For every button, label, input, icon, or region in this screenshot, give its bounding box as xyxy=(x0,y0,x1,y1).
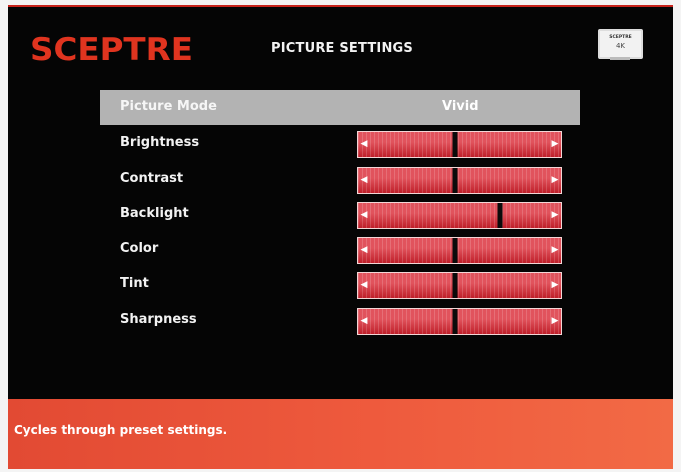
setting-label: Backlight xyxy=(120,206,189,221)
slider-thumb[interactable] xyxy=(497,203,503,228)
page-title: PICTURE SETTINGS xyxy=(271,41,413,56)
picture-mode-row[interactable]: Picture Mode Vivid xyxy=(100,90,580,125)
sceptre-logo: SCEPTRE xyxy=(30,32,193,68)
chevron-right-icon[interactable]: ▶ xyxy=(550,132,560,157)
chevron-left-icon[interactable]: ◀ xyxy=(359,168,369,193)
slider-thumb[interactable] xyxy=(452,132,458,157)
chevron-left-icon[interactable]: ◀ xyxy=(359,238,369,263)
chevron-left-icon[interactable]: ◀ xyxy=(359,132,369,157)
chevron-left-icon[interactable]: ◀ xyxy=(359,203,369,228)
tv-4k-icon: SCEPTRE 4K xyxy=(598,29,643,60)
slider-thumb[interactable] xyxy=(452,273,458,298)
tv-icon-brand: SCEPTRE xyxy=(609,35,632,40)
setting-label: Tint xyxy=(120,276,149,291)
color-slider[interactable]: ◀ ▶ xyxy=(357,237,562,264)
slider-thumb[interactable] xyxy=(452,309,458,334)
chevron-right-icon[interactable]: ▶ xyxy=(550,309,560,334)
contrast-slider[interactable]: ◀ ▶ xyxy=(357,167,562,194)
tint-slider[interactable]: ◀ ▶ xyxy=(357,272,562,299)
chevron-left-icon[interactable]: ◀ xyxy=(359,309,369,334)
sharpness-slider[interactable]: ◀ ▶ xyxy=(357,308,562,335)
chevron-left-icon[interactable]: ◀ xyxy=(359,273,369,298)
help-text: Cycles through preset settings. xyxy=(14,423,228,437)
setting-row-brightness[interactable]: Brightness ◀ ▶ xyxy=(100,131,580,158)
backlight-slider[interactable]: ◀ ▶ xyxy=(357,202,562,229)
brightness-slider[interactable]: ◀ ▶ xyxy=(357,131,562,158)
chevron-right-icon[interactable]: ▶ xyxy=(550,203,560,228)
setting-row-sharpness[interactable]: Sharpness ◀ ▶ xyxy=(100,308,580,335)
setting-label: Contrast xyxy=(120,171,184,186)
tv-icon-resolution: 4K xyxy=(615,42,626,50)
picture-mode-value[interactable]: Vivid xyxy=(442,99,479,114)
setting-row-backlight[interactable]: Backlight ◀ ▶ xyxy=(100,202,580,229)
setting-row-color[interactable]: Color ◀ ▶ xyxy=(100,237,580,264)
slider-thumb[interactable] xyxy=(452,238,458,263)
chevron-right-icon[interactable]: ▶ xyxy=(550,168,560,193)
chevron-right-icon[interactable]: ▶ xyxy=(550,273,560,298)
setting-label: Brightness xyxy=(120,135,200,150)
setting-label: Sharpness xyxy=(120,312,197,327)
osd-screen: SCEPTRE PICTURE SETTINGS SCEPTRE 4K Pict… xyxy=(8,5,673,469)
chevron-right-icon[interactable]: ▶ xyxy=(550,238,560,263)
help-bar: Cycles through preset settings. xyxy=(8,399,673,469)
setting-label: Color xyxy=(120,241,159,256)
slider-thumb[interactable] xyxy=(452,168,458,193)
setting-row-contrast[interactable]: Contrast ◀ ▶ xyxy=(100,167,580,194)
setting-row-tint[interactable]: Tint ◀ ▶ xyxy=(100,272,580,299)
picture-mode-label: Picture Mode xyxy=(120,99,217,114)
